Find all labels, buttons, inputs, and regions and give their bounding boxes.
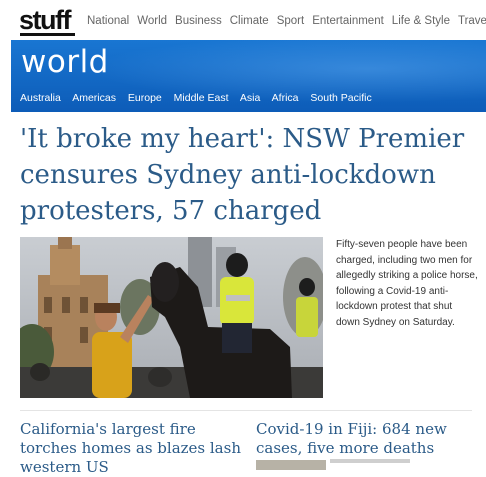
nav-item-national[interactable]: National (87, 15, 129, 27)
lead-summary: Fifty-seven people have been charged, in… (336, 239, 478, 328)
nav-item-business[interactable]: Business (175, 15, 222, 27)
subnav-item-asia[interactable]: Asia (240, 92, 260, 104)
subnav-item-south-pacific[interactable]: South Pacific (310, 92, 371, 104)
lead-photo[interactable] (20, 237, 323, 398)
nav-items: National World Business Climate Sport En… (87, 15, 486, 27)
nav-item-world[interactable]: World (137, 15, 167, 27)
subnav-item-africa[interactable]: Africa (272, 92, 299, 104)
subnav-item-middle-east[interactable]: Middle East (174, 92, 229, 104)
nav-item-travel[interactable]: Travel (458, 15, 486, 27)
story-headline-fiji[interactable]: Covid-19 in Fiji: 684 new cases, five mo… (256, 420, 481, 458)
top-nav: stuff National World Business Climate Sp… (0, 0, 486, 36)
site-logo[interactable]: stuff (19, 7, 71, 34)
nav-item-entertainment[interactable]: Entertainment (312, 15, 384, 27)
nav-item-life-style[interactable]: Life & Style (392, 15, 450, 27)
divider (20, 410, 472, 411)
section-banner: world Australia Americas Europe Middle E… (11, 40, 486, 112)
lead-headline[interactable]: 'It broke my heart': NSW Premier censure… (20, 121, 470, 229)
subnav-item-australia[interactable]: Australia (20, 92, 61, 104)
story-teaser-text (330, 459, 410, 463)
subnav-item-europe[interactable]: Europe (128, 92, 162, 104)
logo-underline (20, 33, 75, 36)
nav-item-climate[interactable]: Climate (230, 15, 269, 27)
section-title[interactable]: world (21, 44, 109, 80)
nav-item-sport[interactable]: Sport (277, 15, 305, 27)
news-photo-icon (20, 237, 323, 398)
story-thumbnail[interactable] (256, 460, 326, 470)
subnav-item-americas[interactable]: Americas (72, 92, 116, 104)
section-subnav: Australia Americas Europe Middle East As… (20, 92, 381, 104)
story-headline-california[interactable]: California's largest fire torches homes … (20, 420, 245, 477)
